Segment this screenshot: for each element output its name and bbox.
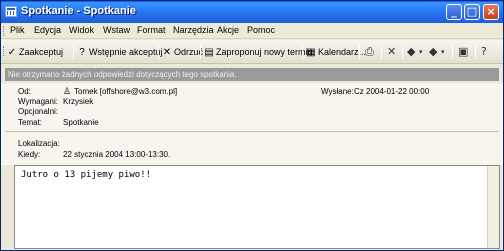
help-icon[interactable]: ? <box>481 45 487 59</box>
propose-time-button[interactable]: ▤ Zaproponuj nowy termin <box>204 45 313 59</box>
toolbar-separator <box>200 45 201 59</box>
next-item-icon[interactable]: ◆ <box>429 45 437 59</box>
menu-narzedzia[interactable]: Narzędzia <box>173 25 214 35</box>
location-label: Lokalizacja: <box>18 139 60 148</box>
next-dropdown-icon[interactable]: ▾ <box>441 45 445 59</box>
menu-format[interactable]: Format <box>137 25 166 35</box>
close-button[interactable]: × <box>483 4 499 20</box>
decline-button[interactable]: ✕ Odrzuć <box>162 45 203 59</box>
menu-widok[interactable]: Widok <box>69 25 94 35</box>
optional-label: Opcjonalni: <box>18 107 59 116</box>
toolbar-separator <box>381 45 382 59</box>
message-body[interactable]: Jutro o 13 pijemy piwo!! <box>14 165 500 249</box>
toolbar-separator <box>359 45 360 59</box>
info-bar: Nie otrzymano żadnych odpowiedzi dotyczą… <box>5 68 499 81</box>
menu-plik[interactable]: Plik <box>10 25 25 35</box>
menu-akcje[interactable]: Akcje <box>217 25 239 35</box>
required-label: Wymagani: <box>18 97 58 106</box>
print-icon[interactable]: ⎙ <box>365 45 374 59</box>
when-value: 22 stycznia 2004 13:00-13:30. <box>63 150 171 159</box>
propose-label: Zaproponuj nowy termin <box>216 47 313 57</box>
tentative-button[interactable]: ? Wstępnie akceptuj <box>77 45 163 59</box>
when-label: Kiedy: <box>18 150 41 159</box>
menu-edycja[interactable]: Edycja <box>34 25 61 35</box>
message-text[interactable]: Jutro o 13 pijemy piwo!! <box>21 170 151 180</box>
appointment-window: Spotkanie - Spotkanie _ □ × Plik Edycja … <box>0 0 504 251</box>
toolbar: ✓ Zaakceptuj ? Wstępnie akceptuj ✕ Odrzuć ▤… <box>1 40 503 64</box>
toolbar-separator <box>158 45 159 59</box>
menu-wstaw[interactable]: Wstaw <box>103 25 130 35</box>
sent-value: Cz 2004-01-22 00:00 <box>354 87 430 96</box>
checkmark-icon: ✓ <box>7 47 17 58</box>
required-value[interactable]: Krzysiek <box>63 97 93 106</box>
menu-pomoc[interactable]: Pomoc <box>247 25 275 35</box>
previous-dropdown-icon[interactable]: ▾ <box>419 45 423 59</box>
from-label: Od: <box>18 87 31 96</box>
vertical-scrollbar[interactable] <box>487 166 499 248</box>
message-header: Od: ♙ Tomek [offshore@w3.com.pl] Wysłane… <box>1 83 503 165</box>
tentative-label: Wstępnie akceptuj <box>89 47 163 57</box>
sender-icon: ♙ <box>63 86 72 96</box>
toolbar-separator <box>452 45 453 59</box>
menu-grip[interactable] <box>3 26 5 36</box>
menu-bar: Plik Edycja Widok Wstaw Format Narzędzia… <box>1 23 503 39</box>
subject-value: Spotkanie <box>63 118 99 127</box>
window-title: Spotkanie - Spotkanie <box>21 5 136 17</box>
toolbar-separator <box>475 45 476 59</box>
sent-label: Wysłane: <box>321 87 354 96</box>
title-bar[interactable]: Spotkanie - Spotkanie _ □ × <box>1 1 503 23</box>
toolbar-separator <box>73 45 74 59</box>
x-icon: ✕ <box>162 47 172 58</box>
question-icon: ? <box>79 47 85 58</box>
accept-button[interactable]: ✓ Zaakceptuj <box>7 45 63 59</box>
toolbar-separator <box>402 45 403 59</box>
header-divider <box>5 131 499 132</box>
calendar-button[interactable]: ▦ Kalendarz... <box>306 45 366 59</box>
toolbar-grip[interactable] <box>3 46 5 56</box>
accept-label: Zaakceptuj <box>19 47 64 57</box>
minimize-button[interactable]: _ <box>446 4 462 20</box>
toolbar-separator <box>302 45 303 59</box>
maximize-button[interactable]: □ <box>464 4 480 20</box>
previous-item-icon[interactable]: ◆ <box>407 45 415 59</box>
from-value[interactable]: Tomek [offshore@w3.com.pl] <box>74 87 177 96</box>
address-book-icon[interactable]: ▣ <box>458 45 468 59</box>
calendar-icon <box>5 6 17 17</box>
subject-label: Temat: <box>18 118 43 127</box>
calendar-arrow-icon: ▤ <box>204 47 214 58</box>
decline-label: Odrzuć <box>174 47 204 57</box>
delete-icon[interactable]: ✕ <box>387 45 396 59</box>
calendar-icon: ▦ <box>306 47 316 58</box>
